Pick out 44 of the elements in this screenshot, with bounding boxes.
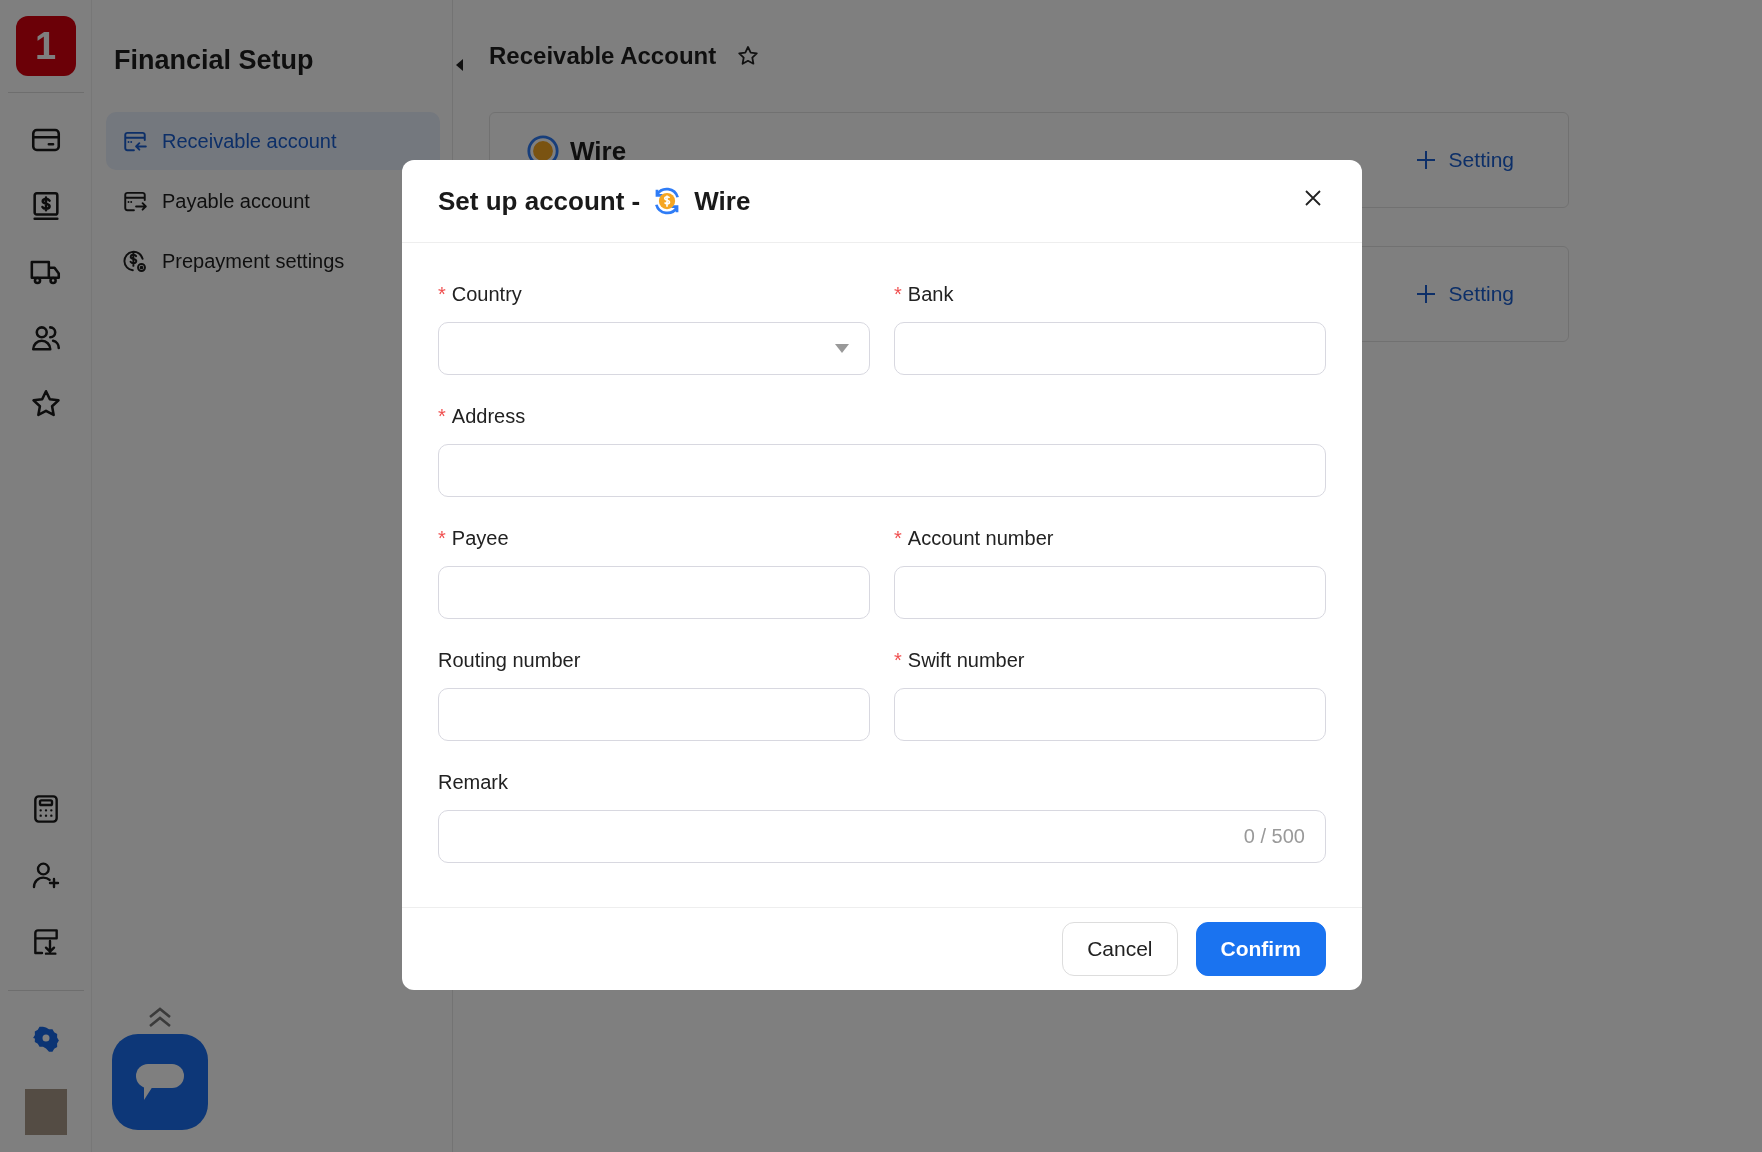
field-label: Account number bbox=[907, 527, 1054, 550]
dialog-title: Set up account - bbox=[438, 185, 641, 217]
dropdown-caret-icon bbox=[835, 344, 849, 353]
field-label: Payee bbox=[451, 527, 509, 550]
input-field[interactable] bbox=[438, 444, 1326, 497]
required-mark: * bbox=[894, 649, 902, 672]
input-field[interactable] bbox=[438, 688, 870, 741]
field-label: Routing number bbox=[438, 649, 581, 672]
page-title: Receivable Account bbox=[489, 42, 717, 70]
plus-icon bbox=[1414, 149, 1437, 171]
required-mark: * bbox=[894, 527, 902, 550]
character-counter: 0 / 500 bbox=[1243, 825, 1305, 848]
required-mark: * bbox=[438, 527, 446, 550]
speech-bubble-icon bbox=[135, 1062, 185, 1102]
field-label: Address bbox=[451, 405, 526, 428]
required-mark: * bbox=[438, 405, 446, 428]
dollar-gear-icon bbox=[122, 248, 148, 274]
confirm-button[interactable]: Confirm bbox=[1195, 922, 1326, 976]
field-label: Country bbox=[451, 283, 522, 306]
input-field[interactable] bbox=[438, 566, 870, 619]
double-chevron-up-icon[interactable] bbox=[147, 1006, 173, 1028]
setting-button[interactable]: Setting bbox=[1408, 281, 1520, 307]
input-field[interactable] bbox=[894, 566, 1326, 619]
favorite-star-icon[interactable] bbox=[736, 44, 761, 68]
sidebar-item[interactable]: Prepayment settings bbox=[106, 232, 440, 290]
plus-icon bbox=[1414, 283, 1437, 305]
setting-button[interactable]: Setting bbox=[1408, 147, 1520, 173]
sidebar-item[interactable]: Receivable account bbox=[106, 112, 440, 170]
field-label: Bank bbox=[907, 283, 954, 306]
select-field[interactable] bbox=[438, 322, 870, 375]
sidebar-item[interactable]: Payable account bbox=[106, 172, 440, 230]
field-label: Remark bbox=[438, 771, 508, 794]
chat-button[interactable] bbox=[112, 1034, 208, 1130]
payment-method-name: Wire bbox=[694, 185, 751, 217]
sidebar-title: Financial Setup bbox=[113, 45, 315, 76]
input-field[interactable] bbox=[894, 322, 1326, 375]
required-mark: * bbox=[438, 283, 446, 306]
field-label: Swift number bbox=[907, 649, 1025, 672]
required-mark: * bbox=[894, 283, 902, 306]
card-title: Wire bbox=[570, 135, 627, 167]
cancel-button[interactable]: Cancel bbox=[1062, 922, 1178, 976]
app-logo[interactable]: 1 bbox=[15, 16, 76, 76]
input-field[interactable]: 0 / 500 bbox=[438, 810, 1326, 863]
input-field[interactable] bbox=[894, 688, 1326, 741]
